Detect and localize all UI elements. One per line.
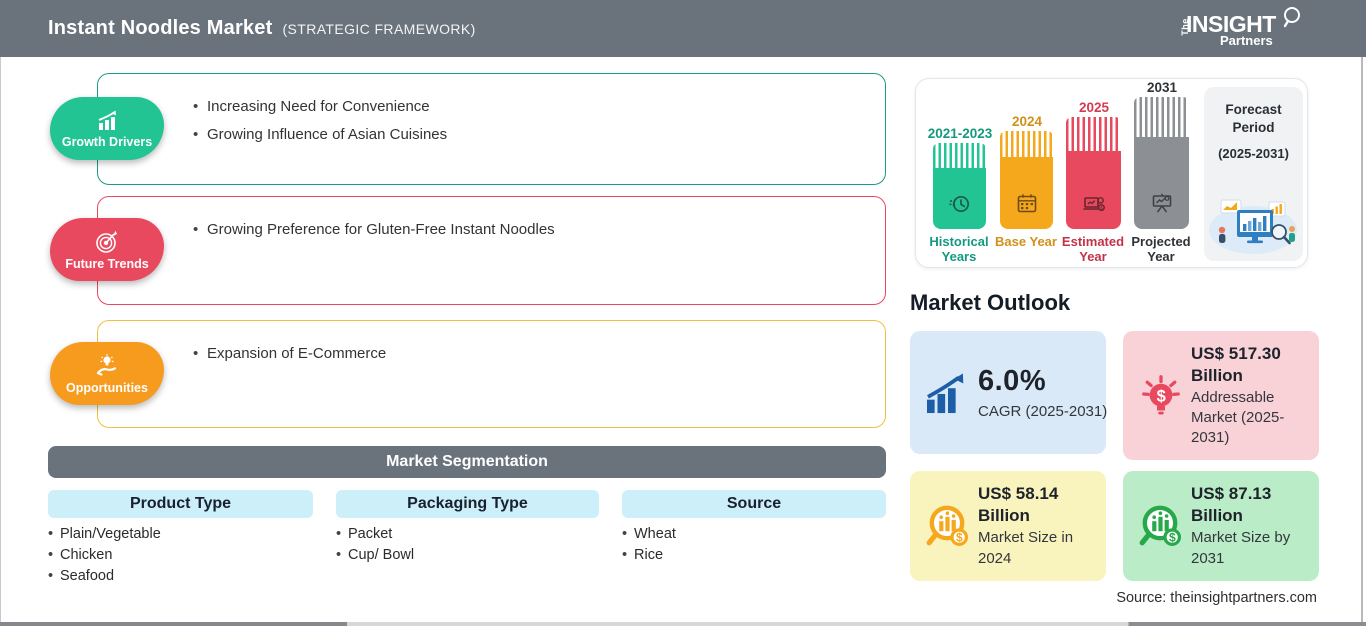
bar-stripes bbox=[933, 143, 986, 168]
opportunity-item: Expansion of E-Commerce bbox=[193, 340, 865, 368]
magnifier-loop-icon bbox=[1283, 7, 1300, 28]
bulb-dollar-icon: $ bbox=[1135, 371, 1187, 421]
list-item: Cup/ Bowl bbox=[336, 545, 414, 566]
page-left-border bbox=[0, 57, 1, 626]
source-list: Wheat Rice bbox=[622, 524, 676, 566]
opportunities-label: Opportunities bbox=[66, 380, 148, 395]
projected-year-caption: Projected Year bbox=[1131, 234, 1191, 264]
market-segmentation-bar: Market Segmentation bbox=[48, 446, 886, 478]
list-item: Chicken bbox=[48, 545, 161, 566]
future-trends-box: Growing Preference for Gluten-Free Insta… bbox=[97, 196, 886, 305]
growth-bars-arrow-icon bbox=[922, 372, 974, 414]
projected-year-bar bbox=[1134, 97, 1189, 229]
forecast-period-panel: Forecast Period (2025-2031) bbox=[1204, 87, 1303, 261]
market-size-2024-card: $ US$ 58.14 Billion Market Size in 2024 bbox=[910, 471, 1106, 581]
list-item: Rice bbox=[622, 545, 676, 566]
market-size-2031-card: $ US$ 87.13 Billion Market Size by 2031 bbox=[1123, 471, 1319, 581]
bar-body bbox=[1000, 157, 1053, 229]
infographic-page: Instant Noodles Market (STRATEGIC FRAMEW… bbox=[0, 0, 1366, 626]
svg-text:$: $ bbox=[1169, 531, 1176, 545]
header-bar: Instant Noodles Market (STRATEGIC FRAMEW… bbox=[0, 0, 1366, 57]
insight-partners-logo: The INSIGHT Partners bbox=[1178, 7, 1308, 51]
list-item: Seafood bbox=[48, 566, 161, 587]
page-title: Instant Noodles Market bbox=[48, 17, 273, 39]
forecast-period-range: (2025-2031) bbox=[1218, 146, 1289, 162]
market-size-2031-value: US$ 87.13 Billion bbox=[1191, 484, 1272, 526]
future-trend-item: Growing Preference for Gluten-Free Insta… bbox=[193, 216, 865, 244]
svg-text:$: $ bbox=[1100, 205, 1103, 210]
bar-body bbox=[1134, 137, 1189, 229]
addressable-market-label: Addressable Market (2025-2031) bbox=[1191, 388, 1285, 447]
market-size-2024-label: Market Size in 2024 bbox=[978, 529, 1074, 567]
segment-header-product-type: Product Type bbox=[48, 490, 313, 518]
market-outlook-title: Market Outlook bbox=[910, 290, 1071, 315]
addressable-market-value: US$ 517.30 Billion bbox=[1191, 343, 1281, 385]
bar-stripes bbox=[1134, 97, 1189, 137]
growth-drivers-box: Increasing Need for Convenience Growing … bbox=[97, 73, 886, 185]
market-size-2024-value: US$ 58.14 Billion bbox=[978, 484, 1059, 526]
projection-board-icon bbox=[1152, 193, 1171, 213]
packaging-type-list: Packet Cup/ Bowl bbox=[336, 524, 414, 566]
bar-chart-growth-icon bbox=[98, 110, 116, 130]
list-item: Packet bbox=[336, 524, 414, 545]
base-year-bar bbox=[1000, 131, 1053, 229]
list-item: Wheat bbox=[622, 524, 676, 545]
estimate-device-icon: $ bbox=[1082, 197, 1105, 212]
product-type-list: Plain/Vegetable Chicken Seafood bbox=[48, 524, 161, 587]
calendar-icon bbox=[1017, 194, 1036, 213]
segment-header-packaging-type: Packaging Type bbox=[336, 490, 599, 518]
future-trends-label: Future Trends bbox=[65, 256, 149, 271]
estimated-year-value: 2025 bbox=[1078, 100, 1110, 115]
forecast-period-title: Forecast Period bbox=[1225, 102, 1282, 135]
analytics-illustration bbox=[1209, 199, 1297, 254]
base-year-value: 2024 bbox=[1011, 114, 1043, 129]
horizontal-scrollbar[interactable] bbox=[0, 622, 1366, 626]
logo-partners-text: Partners bbox=[1220, 33, 1273, 48]
market-size-2031-label: Market Size by 2031 bbox=[1191, 529, 1291, 567]
clock-history-icon bbox=[948, 196, 969, 212]
cagr-value: 6.0% bbox=[978, 365, 1047, 398]
estimated-year-bar: $ bbox=[1066, 117, 1121, 229]
cagr-card: 6.0% CAGR (2025-2031) bbox=[910, 331, 1108, 454]
svg-text:$: $ bbox=[956, 531, 963, 545]
future-trends-badge: Future Trends bbox=[50, 218, 164, 281]
growth-driver-item: Growing Influence of Asian Cuisines bbox=[193, 121, 865, 149]
hand-bulb-icon bbox=[96, 353, 117, 376]
page-subtitle: (STRATEGIC FRAMEWORK) bbox=[282, 20, 476, 37]
growth-driver-item: Increasing Need for Convenience bbox=[193, 93, 865, 121]
market-segmentation-title: Market Segmentation bbox=[386, 453, 548, 470]
magnifier-chart-icon: $ bbox=[1135, 502, 1187, 550]
list-item: Plain/Vegetable bbox=[48, 524, 161, 545]
page-right-border bbox=[1361, 57, 1363, 626]
magnifier-chart-icon: $ bbox=[922, 502, 974, 550]
bar-body bbox=[933, 168, 986, 229]
segment-header-source: Source bbox=[622, 490, 886, 518]
research-timeline-card: 2021-2023 2024 2025 2031 $ Historical Ye… bbox=[915, 78, 1308, 268]
bar-stripes bbox=[1000, 131, 1053, 157]
addressable-market-card: $ US$ 517.30 Billion Addressable Market … bbox=[1123, 331, 1319, 460]
opportunities-badge: Opportunities bbox=[50, 342, 164, 405]
opportunities-box: Expansion of E-Commerce bbox=[97, 320, 886, 428]
bar-stripes bbox=[1066, 117, 1121, 151]
growth-drivers-label: Growth Drivers bbox=[61, 134, 153, 149]
growth-drivers-badge: Growth Drivers bbox=[50, 97, 164, 160]
projected-year-value: 2031 bbox=[1146, 80, 1178, 95]
target-icon bbox=[96, 230, 117, 253]
historical-years-bar bbox=[933, 143, 986, 229]
svg-text:$: $ bbox=[1157, 387, 1166, 405]
cagr-label: CAGR (2025-2031) bbox=[978, 402, 1108, 420]
source-attribution: Source: theinsightpartners.com bbox=[1116, 590, 1317, 606]
bar-body: $ bbox=[1066, 151, 1121, 229]
